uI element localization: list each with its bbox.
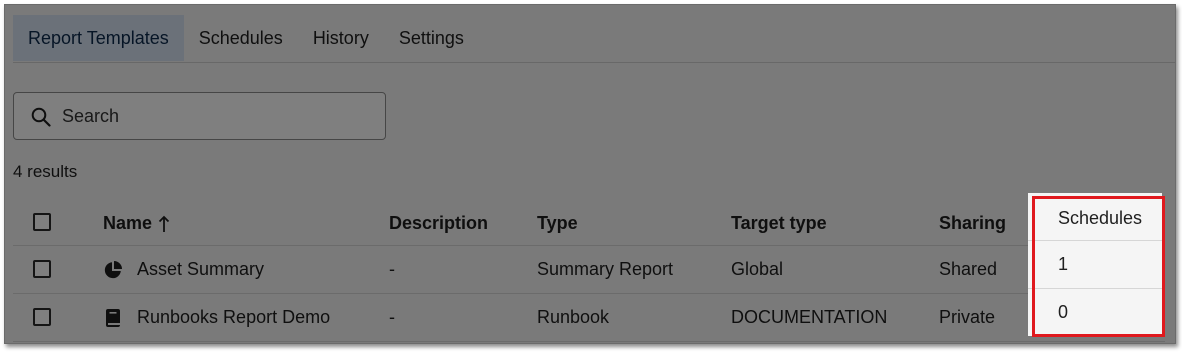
arrow-up-icon[interactable] xyxy=(158,215,170,233)
cell-type: Summary Report xyxy=(537,259,674,279)
row-checkbox[interactable] xyxy=(33,260,51,278)
cell-description: - xyxy=(389,259,395,279)
tab-bar: Report Templates Schedules History Setti… xyxy=(13,15,1175,63)
tab-schedules[interactable]: Schedules xyxy=(184,15,298,61)
row-name-label[interactable]: Runbooks Report Demo xyxy=(137,307,330,328)
cell-target-type: Global xyxy=(731,259,784,279)
column-header-name-label: Name xyxy=(103,213,153,233)
cell-name[interactable]: Runbooks Report Demo xyxy=(103,294,330,341)
cell-description: - xyxy=(389,307,395,327)
book-icon xyxy=(106,308,120,327)
search-input[interactable] xyxy=(62,93,362,139)
row-name-label[interactable]: Asset Summary xyxy=(137,259,264,280)
cell-name[interactable]: Asset Summary xyxy=(103,246,264,293)
cell-sharing: Shared xyxy=(939,259,998,279)
pie-chart-icon xyxy=(104,260,122,278)
column-header-target-type[interactable]: Target type xyxy=(731,202,827,245)
table-header-row: Name Description Type Target type Sharin… xyxy=(13,202,1165,246)
row-checkbox[interactable] xyxy=(33,308,51,326)
cell-sharing: Private xyxy=(939,307,996,327)
report-templates-table: Name Description Type Target type Sharin… xyxy=(13,202,1165,342)
select-all-checkbox[interactable] xyxy=(33,213,51,231)
cell-target-type: DOCUMENTATION xyxy=(731,307,888,327)
cell-type: Runbook xyxy=(537,307,610,327)
table-row[interactable]: Asset Summary - Summary Report Global Sh… xyxy=(13,246,1165,294)
report-templates-window: Report Templates Schedules History Setti… xyxy=(4,4,1176,344)
search-icon xyxy=(31,107,51,127)
results-count: 4 results xyxy=(13,162,78,181)
tab-history[interactable]: History xyxy=(298,15,384,61)
search-box[interactable] xyxy=(13,92,386,140)
column-header-name[interactable]: Name xyxy=(103,202,170,245)
tab-report-templates[interactable]: Report Templates xyxy=(13,15,184,61)
column-header-description[interactable]: Description xyxy=(389,202,488,245)
table-row[interactable]: Runbooks Report Demo - Runbook DOCUMENTA… xyxy=(13,294,1165,342)
column-header-type[interactable]: Type xyxy=(537,202,578,245)
highlight-box xyxy=(1032,196,1165,337)
tab-settings[interactable]: Settings xyxy=(384,15,479,61)
column-header-sharing[interactable]: Sharing xyxy=(939,202,1006,245)
